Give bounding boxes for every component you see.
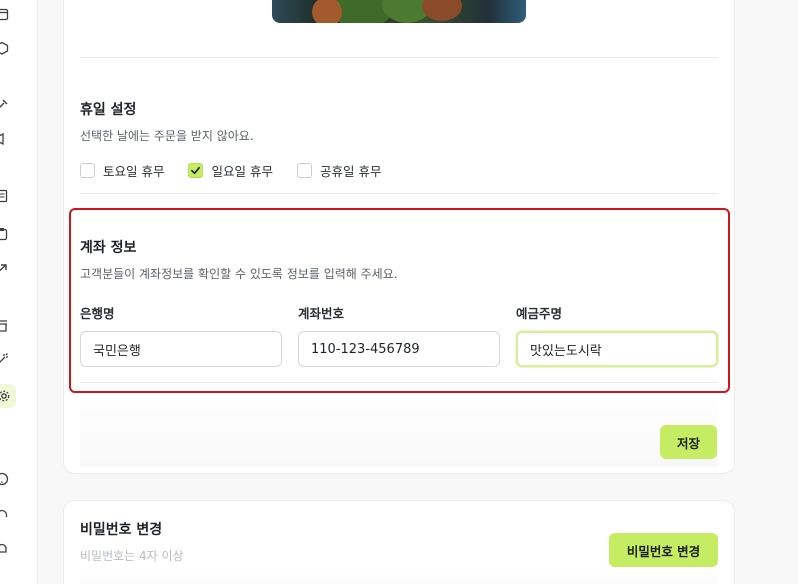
calendar-icon[interactable] [0, 6, 10, 22]
clipboard-icon[interactable] [0, 226, 10, 242]
store-image[interactable] [272, 0, 526, 23]
password-card: 비밀번호 변경 비밀번호는 4자 이상 비밀번호 변경 [63, 500, 735, 584]
sunday-holiday-checkbox[interactable]: 일요일 휴무 [188, 161, 273, 180]
help-icon[interactable] [0, 471, 10, 487]
change-password-button[interactable]: 비밀번호 변경 [609, 533, 718, 567]
saturday-holiday-checkbox[interactable]: 토요일 휴무 [80, 161, 164, 180]
store-icon[interactable] [0, 318, 10, 334]
holiday-description: 선택한 날에는 주문을 받지 않아요. [80, 129, 254, 143]
checkbox-box[interactable] [296, 163, 312, 178]
bell-icon[interactable] [0, 541, 10, 557]
checkbox-box-checked[interactable] [188, 163, 204, 178]
megaphone-icon[interactable] [0, 131, 10, 147]
save-area [80, 393, 718, 467]
checkbox-label: 일요일 휴무 [211, 164, 273, 179]
box-icon[interactable] [0, 40, 10, 56]
sidebar [0, 0, 38, 584]
receipt-icon[interactable] [0, 188, 10, 204]
checkbox-label: 토요일 휴무 [103, 164, 165, 179]
gear-icon[interactable] [0, 384, 16, 408]
trend-icon[interactable] [0, 261, 10, 277]
tools-icon[interactable] [0, 97, 10, 113]
magic-icon[interactable] [0, 352, 10, 368]
password-title: 비밀번호 변경 [80, 522, 163, 538]
password-description: 비밀번호는 4자 이상 [80, 549, 184, 563]
save-button[interactable]: 저장 [660, 425, 717, 459]
divider [80, 57, 718, 58]
divider [80, 193, 718, 194]
headset-icon[interactable] [0, 507, 10, 523]
checkbox-box[interactable] [80, 163, 95, 178]
holiday-options: 토요일 휴무 일요일 휴무 공휴일 휴무 [80, 161, 381, 180]
checkbox-label: 공휴일 휴무 [319, 164, 382, 179]
check-icon [191, 166, 201, 175]
password-fade [80, 571, 718, 584]
public-holiday-checkbox[interactable]: 공휴일 휴무 [296, 161, 382, 180]
account-section-highlight [69, 208, 730, 393]
holiday-title: 휴일 설정 [80, 102, 137, 118]
